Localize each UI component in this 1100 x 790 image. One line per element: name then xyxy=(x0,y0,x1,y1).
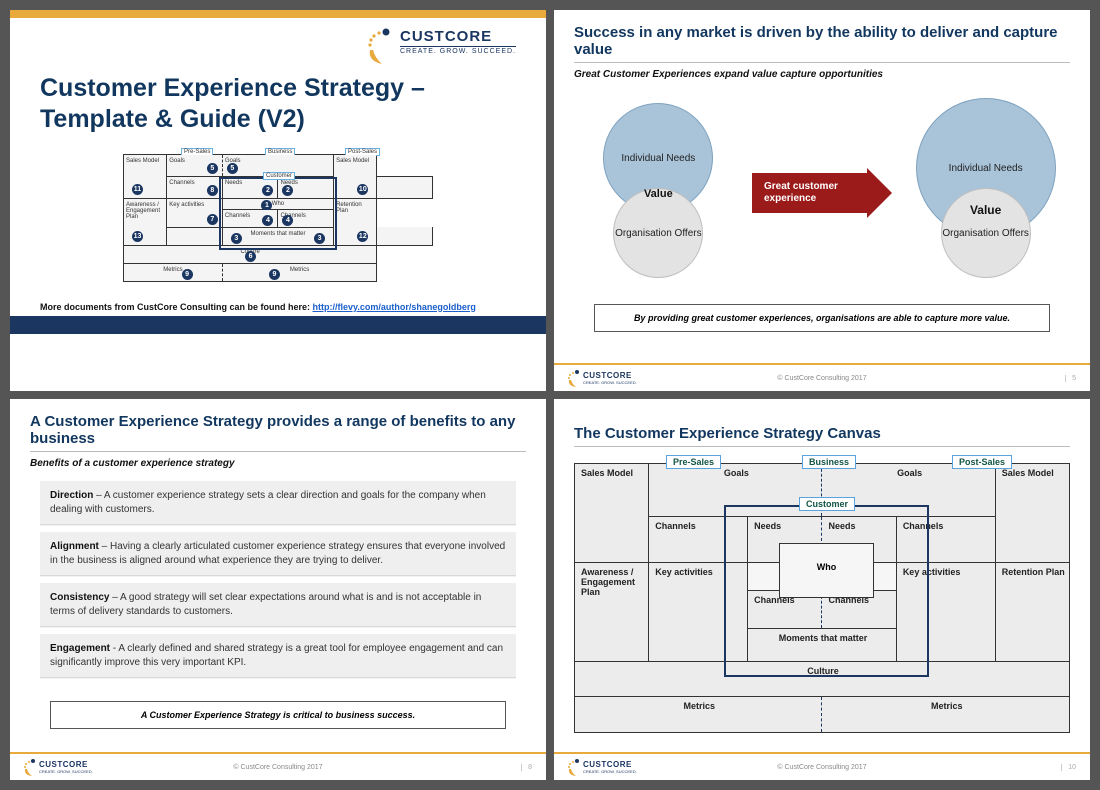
cell-channels-l: Channels xyxy=(169,180,194,186)
arrow-transition: Great customer experience xyxy=(752,173,892,213)
venn-value-label: Value xyxy=(583,188,733,200)
slide-3-benefits: A Customer Experience Strategy provides … xyxy=(10,399,546,780)
cell-metrics-l: Metrics xyxy=(575,697,822,733)
benefit-consistency: Consistency – A good strategy will set c… xyxy=(40,583,516,626)
more-docs-text: More documents from CustCore Consulting … xyxy=(40,302,546,312)
cell-metrics-r: Metrics xyxy=(822,697,1070,733)
cell-goals-l: Goals xyxy=(649,464,822,517)
venn-bot-label: Organisation Offers xyxy=(615,228,702,239)
tag-customer: Customer xyxy=(263,172,295,180)
benefit-heading: Direction xyxy=(50,490,93,501)
slide-4-canvas: The Customer Experience Strategy Canvas … xyxy=(554,399,1090,780)
cell-channels-l: Channels xyxy=(649,517,748,563)
brand-logo: CUSTCORE CREATE. GROW. SUCCEED. xyxy=(364,28,516,66)
benefit-heading: Alignment xyxy=(50,541,99,552)
cell-awareness: Awareness / Engagement Plan xyxy=(575,562,649,661)
cell-who: Who xyxy=(272,201,284,207)
author-link[interactable]: http://flevy.com/author/shanegoldberg xyxy=(313,302,476,312)
benefit-heading: Engagement xyxy=(50,643,110,654)
benefit-engagement: Engagement - A clearly defined and share… xyxy=(40,634,516,677)
cell-goals: Goals xyxy=(169,158,185,164)
venn-before: Individual Needs Value Organisation Offe… xyxy=(583,103,733,283)
slide-subtitle: Benefits of a customer experience strate… xyxy=(30,458,526,469)
more-docs-label: More documents from CustCore Consulting … xyxy=(40,302,310,312)
benefit-heading: Consistency xyxy=(50,592,109,603)
cell-channels-r: Channels xyxy=(896,517,995,563)
venn-bot-label-2: Organisation Offers xyxy=(942,228,1029,239)
slide-title: The Customer Experience Strategy Canvas xyxy=(574,425,1070,442)
strategy-canvas-thumbnail: Pre-Sales Business Post-Sales Customer S… xyxy=(123,154,433,282)
footer-bar xyxy=(10,316,546,334)
cell-channels-il: Channels xyxy=(225,213,250,219)
cell-key-act-l: Key activities xyxy=(169,202,204,208)
benefit-text: – Having a clearly articulated customer … xyxy=(50,541,505,566)
slide-2-value: Success in any market is driven by the a… xyxy=(554,10,1090,391)
arrow-label: Great customer experience xyxy=(764,181,892,205)
summary-box: A Customer Experience Strategy is critic… xyxy=(50,701,506,729)
slide-footer: CUSTCORECREATE. GROW. SUCCEED. © CustCor… xyxy=(10,752,546,780)
venn-value-label-2: Value xyxy=(911,203,1061,217)
brand-name: CUSTCORE xyxy=(400,28,516,45)
brand-tagline: CREATE. GROW. SUCCEED. xyxy=(400,46,516,55)
cell-metrics-r: Metrics xyxy=(290,267,309,273)
venn-after: Individual Needs Value Organisation Offe… xyxy=(911,103,1061,283)
cell-metrics-l: Metrics xyxy=(163,267,182,273)
venn-top-label: Individual Needs xyxy=(621,153,695,164)
benefit-text: – A customer experience strategy sets a … xyxy=(50,490,486,515)
cell-sales-model-r: Sales Model xyxy=(336,158,369,164)
cell-who-box: Who xyxy=(779,543,874,598)
slide-footer: CUSTCORECREATE. GROW. SUCCEED. © CustCor… xyxy=(554,752,1090,780)
tag-customer: Customer xyxy=(799,497,855,511)
copyright: © CustCore Consulting 2017 xyxy=(10,764,546,771)
tag-post-sales: Post-Sales xyxy=(952,455,1012,469)
benefit-alignment: Alignment – Having a clearly articulated… xyxy=(40,532,516,575)
copyright: © CustCore Consulting 2017 xyxy=(554,375,1090,382)
benefit-direction: Direction – A customer experience strate… xyxy=(40,481,516,524)
cell-moments: Moments that matter xyxy=(748,628,897,661)
benefit-text: – A good strategy will set clear expecta… xyxy=(50,592,481,617)
cell-key-act-l: Key activities xyxy=(649,562,748,661)
cell-sales-model: Sales Model xyxy=(126,158,159,164)
cell-retention: Retention Plan xyxy=(995,562,1069,661)
slide-title: Success in any market is driven by the a… xyxy=(574,24,1070,58)
logo-swoosh-icon xyxy=(364,28,394,66)
cell-needs-l: Needs xyxy=(225,180,242,186)
venn-top-label-2: Individual Needs xyxy=(949,163,1023,174)
cell-moments: Moments that matter xyxy=(250,231,305,237)
benefit-text: - A clearly defined and shared strategy … xyxy=(50,643,503,668)
cell-sales-model-r: Sales Model xyxy=(995,464,1069,563)
accent-bar xyxy=(10,10,546,18)
summary-box: By providing great customer experiences,… xyxy=(594,304,1050,332)
cell-awareness: Awareness / Engagement Plan xyxy=(126,202,160,220)
slide-footer: CUSTCORECREATE. GROW. SUCCEED. © CustCor… xyxy=(554,363,1090,391)
strategy-canvas: Pre-Sales Business Post-Sales Customer S… xyxy=(574,463,1070,733)
cell-sales-model-l: Sales Model xyxy=(575,464,649,563)
cell-retention: Retention Plan xyxy=(336,202,362,214)
slide-subtitle: Great Customer Experiences expand value … xyxy=(574,69,1070,80)
slide-title: A Customer Experience Strategy provides … xyxy=(30,413,526,447)
cell-key-act-r: Key activities xyxy=(896,562,995,661)
copyright: © CustCore Consulting 2017 xyxy=(554,764,1090,771)
tag-business: Business xyxy=(802,455,856,469)
cell-culture: Culture xyxy=(575,661,1070,697)
slide-title: Customer Experience Strategy – Template … xyxy=(40,73,460,136)
slide-1-title: CUSTCORE CREATE. GROW. SUCCEED. Customer… xyxy=(10,10,546,391)
tag-pre-sales: Pre-Sales xyxy=(666,455,721,469)
